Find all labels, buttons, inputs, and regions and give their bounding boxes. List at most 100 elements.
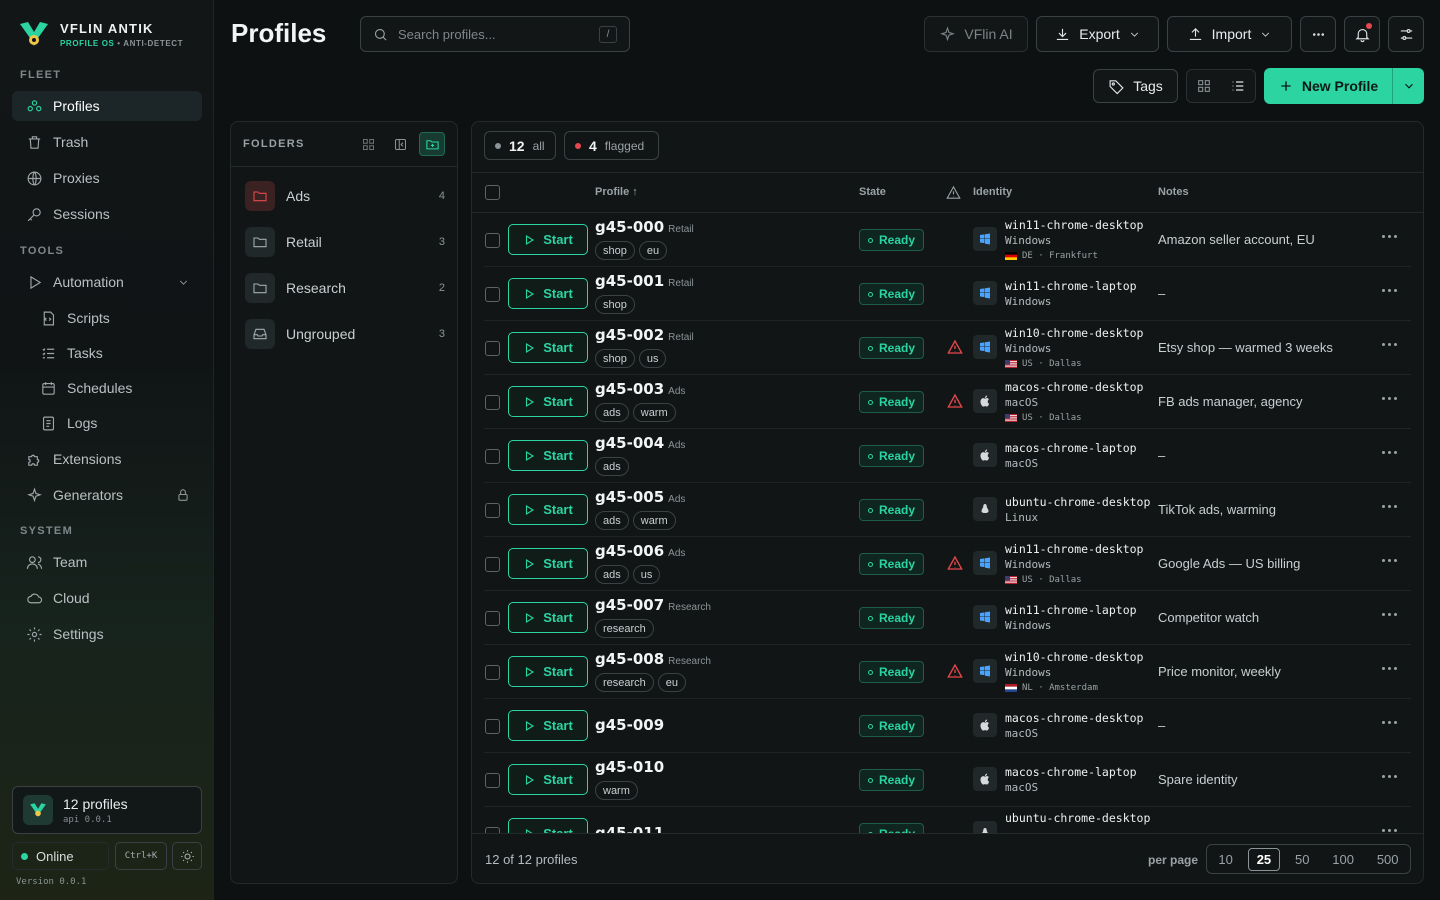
profile-name[interactable]: g45-010	[595, 758, 664, 776]
start-button[interactable]: Start	[508, 278, 588, 309]
profile-name[interactable]: g45-006 Ads	[595, 542, 685, 560]
row-menu-button[interactable]	[1382, 505, 1397, 508]
tag-chip[interactable]: us	[638, 349, 667, 368]
row-menu-button[interactable]	[1382, 343, 1397, 346]
grid-view-button[interactable]	[1187, 70, 1221, 102]
row-checkbox[interactable]	[485, 503, 500, 518]
row-menu-button[interactable]	[1382, 559, 1397, 562]
tag-chip[interactable]: ads	[595, 457, 629, 476]
table-row[interactable]: Start g45-008 Research research eu Ready win10…	[484, 645, 1411, 699]
select-all-checkbox[interactable]	[485, 185, 500, 200]
sidebar-item-scripts[interactable]: Scripts	[26, 303, 202, 333]
tag-chip[interactable]: warm	[632, 403, 676, 422]
tag-chip[interactable]: eu	[657, 673, 687, 692]
row-checkbox[interactable]	[485, 341, 500, 356]
profile-name[interactable]: g45-007 Research	[595, 596, 711, 614]
filter-flagged[interactable]: 4 flagged	[564, 131, 659, 160]
table-row[interactable]: Start g45-004 Ads ads Ready macos-chrome-lapt…	[484, 429, 1411, 483]
start-button[interactable]: Start	[508, 386, 588, 417]
column-state[interactable]: State	[859, 186, 886, 198]
folder-item[interactable]: Research 2	[245, 272, 445, 304]
sidebar-item-schedules[interactable]: Schedules	[26, 373, 202, 403]
profile-name[interactable]: g45-011	[595, 824, 664, 833]
profile-name[interactable]: g45-005 Ads	[595, 488, 685, 506]
start-button[interactable]: Start	[508, 440, 588, 471]
search-box[interactable]: /	[360, 16, 630, 52]
row-checkbox[interactable]	[485, 557, 500, 572]
tag-chip[interactable]: warm	[595, 781, 638, 800]
row-menu-button[interactable]	[1382, 235, 1397, 238]
start-button[interactable]: Start	[508, 764, 588, 795]
row-menu-button[interactable]	[1382, 613, 1397, 616]
page-size-option[interactable]: 500	[1369, 849, 1407, 870]
start-button[interactable]: Start	[508, 818, 588, 833]
more-menu-button[interactable]	[1300, 16, 1336, 52]
sidebar-item-team[interactable]: Team	[12, 547, 202, 577]
row-menu-button[interactable]	[1382, 289, 1397, 292]
table-row[interactable]: Start g45-011 Ready ubuntu-chrome-desktop	[484, 807, 1411, 833]
folder-item[interactable]: Ads 4	[245, 180, 445, 212]
list-view-button[interactable]	[1221, 70, 1255, 102]
row-checkbox[interactable]	[485, 665, 500, 680]
row-checkbox[interactable]	[485, 449, 500, 464]
table-row[interactable]: Start g45-005 Ads ads warm Ready ubuntu-chrome…	[484, 483, 1411, 537]
sidebar-item-trash[interactable]: Trash	[12, 127, 202, 157]
start-button[interactable]: Start	[508, 494, 588, 525]
chevron-down-icon[interactable]	[177, 276, 190, 289]
tag-chip[interactable]: research	[595, 619, 654, 638]
filters-button[interactable]	[1388, 16, 1424, 52]
tag-chip[interactable]: warm	[632, 511, 676, 530]
table-row[interactable]: Start g45-007 Research research Ready win11-c…	[484, 591, 1411, 645]
row-menu-button[interactable]	[1382, 721, 1397, 724]
page-size-option[interactable]: 100	[1324, 849, 1362, 870]
folder-item[interactable]: Ungrouped 3	[245, 318, 445, 350]
sidebar-item-automation[interactable]: Automation	[12, 267, 202, 297]
new-folder-button[interactable]	[419, 132, 445, 156]
warning-icon[interactable]	[947, 663, 963, 679]
profile-count-card[interactable]: 12 profiles api 0.0.1	[12, 786, 202, 834]
warning-icon[interactable]	[947, 339, 963, 355]
sidebar-item-cloud[interactable]: Cloud	[12, 583, 202, 613]
sidebar-item-logs[interactable]: Logs	[26, 408, 202, 438]
row-menu-button[interactable]	[1382, 397, 1397, 400]
filter-all[interactable]: 12 all	[484, 131, 556, 160]
sidebar-item-extensions[interactable]: Extensions	[12, 444, 202, 474]
sidebar-item-proxies[interactable]: Proxies	[12, 163, 202, 193]
notifications-button[interactable]	[1344, 16, 1380, 52]
tags-button[interactable]: Tags	[1093, 69, 1178, 103]
table-row[interactable]: Start g45-002 Retail shop us Ready win10-chrom…	[484, 321, 1411, 375]
table-row[interactable]: Start g45-010 warm Ready macos-chrome-laptop…	[484, 753, 1411, 807]
row-checkbox[interactable]	[485, 233, 500, 248]
start-button[interactable]: Start	[508, 332, 588, 363]
brand[interactable]: VFLIN ANTIK PROFILE OS • ANTI-DETECT	[18, 18, 183, 50]
tag-chip[interactable]: shop	[595, 349, 635, 368]
profile-name[interactable]: g45-004 Ads	[595, 434, 685, 452]
sidebar-item-tasks[interactable]: Tasks	[26, 338, 202, 368]
column-identity[interactable]: Identity	[973, 186, 1012, 198]
sidebar-item-sessions[interactable]: Sessions	[12, 199, 202, 229]
row-checkbox[interactable]	[485, 773, 500, 788]
row-menu-button[interactable]	[1382, 829, 1397, 832]
tag-chip[interactable]: research	[595, 673, 654, 692]
column-profile[interactable]: Profile ↑	[595, 186, 638, 198]
tag-chip[interactable]: eu	[638, 241, 668, 260]
start-button[interactable]: Start	[508, 224, 588, 255]
sidebar-item-profiles[interactable]: Profiles	[12, 91, 202, 121]
row-checkbox[interactable]	[485, 287, 500, 302]
row-menu-button[interactable]	[1382, 451, 1397, 454]
ai-button[interactable]: VFlin AI	[924, 16, 1028, 52]
tag-chip[interactable]: ads	[595, 565, 629, 584]
new-profile-main-button[interactable]: New Profile	[1264, 68, 1393, 104]
row-checkbox[interactable]	[485, 719, 500, 734]
profile-name[interactable]: g45-009	[595, 716, 664, 734]
row-menu-button[interactable]	[1382, 667, 1397, 670]
warning-icon[interactable]	[947, 555, 963, 571]
page-size-option[interactable]: 10	[1210, 849, 1240, 870]
table-row[interactable]: Start g45-009 Ready macos-chrome-desktop mac…	[484, 699, 1411, 753]
profile-name[interactable]: g45-002 Retail	[595, 326, 694, 344]
column-notes[interactable]: Notes	[1158, 186, 1189, 198]
start-button[interactable]: Start	[508, 602, 588, 633]
tag-chip[interactable]: ads	[595, 511, 629, 530]
row-menu-button[interactable]	[1382, 775, 1397, 778]
folder-item[interactable]: Retail 3	[245, 226, 445, 258]
